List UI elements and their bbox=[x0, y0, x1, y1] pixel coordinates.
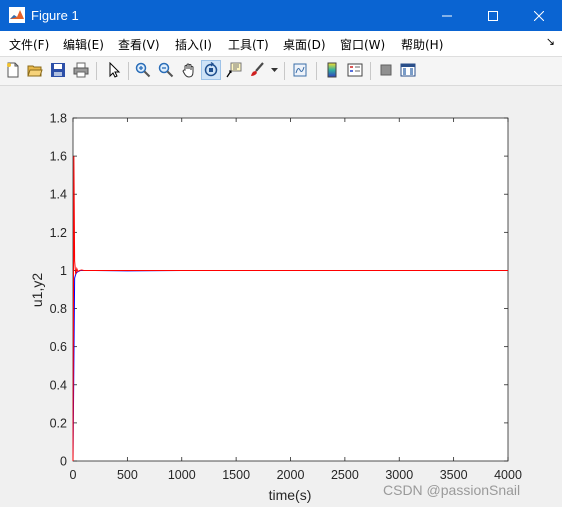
menu-tools[interactable]: 工具(T) bbox=[228, 36, 269, 53]
brush-button[interactable] bbox=[247, 60, 267, 80]
menu-window[interactable]: 窗口(W) bbox=[340, 36, 385, 53]
brush-dropdown-button[interactable] bbox=[268, 60, 280, 80]
y-tick-label: 1.2 bbox=[50, 226, 67, 240]
menu-bar: 文件(F) 编辑(E) 查看(V) 插入(I) 工具(T) 桌面(D) 窗口(W… bbox=[0, 31, 562, 57]
y-tick-label: 1.6 bbox=[50, 150, 67, 164]
hide-plot-tools-button[interactable] bbox=[376, 60, 396, 80]
x-axis-label: time(s) bbox=[269, 487, 312, 503]
edit-plot-cursor-icon bbox=[109, 62, 121, 78]
plot-svg[interactable]: 0 0.2 0.4 0.6 0.8 1 1.2 1.4 1.6 1.8 0 500 1000 1500 2… bbox=[0, 86, 562, 507]
rotate-3d-icon bbox=[204, 62, 218, 77]
x-tick-label: 2000 bbox=[277, 468, 305, 482]
zoom-out-icon bbox=[158, 62, 174, 78]
zoom-in-button[interactable] bbox=[133, 60, 153, 80]
watermark-text: CSDN @passionSnail bbox=[383, 482, 520, 498]
data-cursor-button[interactable] bbox=[224, 60, 244, 80]
rotate-3d-button[interactable] bbox=[201, 60, 221, 80]
x-tick-label: 1000 bbox=[168, 468, 196, 482]
toolbar-separator bbox=[316, 62, 317, 80]
link-plot-button[interactable] bbox=[290, 60, 310, 80]
pan-button[interactable] bbox=[179, 60, 199, 80]
insert-legend-icon bbox=[347, 63, 363, 77]
save-button[interactable] bbox=[48, 60, 68, 80]
toolbar-separator bbox=[284, 62, 285, 80]
close-icon bbox=[534, 10, 544, 21]
y-tick-label: 1.4 bbox=[50, 188, 67, 202]
y-tick-label: 1.8 bbox=[50, 112, 67, 126]
new-figure-button[interactable] bbox=[3, 60, 23, 80]
x-tick-label: 3500 bbox=[440, 468, 468, 482]
minimize-icon bbox=[442, 15, 452, 16]
minimize-button[interactable] bbox=[424, 0, 470, 31]
print-icon bbox=[73, 62, 89, 78]
open-file-icon bbox=[27, 65, 43, 77]
x-ticks: 0 500 1000 1500 2000 2500 3000 3500 4000 bbox=[70, 468, 522, 482]
new-figure-icon bbox=[7, 62, 19, 78]
figure-toolbar bbox=[0, 57, 562, 86]
menu-overflow-icon[interactable]: ↘ bbox=[546, 35, 555, 48]
link-plot-icon bbox=[293, 63, 307, 77]
edit-plot-button[interactable] bbox=[104, 60, 124, 80]
menu-file[interactable]: 文件(F) bbox=[9, 36, 49, 53]
open-file-button[interactable] bbox=[25, 60, 45, 80]
y-tick-label: 0 bbox=[60, 455, 67, 469]
menu-help[interactable]: 帮助(H) bbox=[401, 36, 443, 53]
insert-legend-button[interactable] bbox=[345, 60, 365, 80]
menu-desktop[interactable]: 桌面(D) bbox=[283, 36, 326, 53]
y-tick-label: 0.6 bbox=[50, 340, 67, 354]
x-tick-label: 2500 bbox=[331, 468, 359, 482]
y-tick-label: 1 bbox=[60, 264, 67, 278]
zoom-in-icon bbox=[135, 62, 151, 78]
close-button[interactable] bbox=[516, 0, 562, 31]
print-button[interactable] bbox=[71, 60, 91, 80]
y-ticks: 0 0.2 0.4 0.6 0.8 1 1.2 1.4 1.6 1.8 bbox=[50, 112, 67, 469]
hide-plot-tools-icon bbox=[380, 64, 392, 76]
matlab-logo-icon bbox=[9, 7, 25, 23]
x-tick-label: 500 bbox=[117, 468, 138, 482]
menu-insert[interactable]: 插入(I) bbox=[175, 36, 212, 53]
save-icon bbox=[51, 63, 65, 77]
title-bar: Figure 1 bbox=[0, 0, 562, 31]
x-tick-label: 3000 bbox=[385, 468, 413, 482]
data-cursor-icon bbox=[226, 62, 242, 78]
menu-edit[interactable]: 编辑(E) bbox=[63, 36, 104, 53]
window-title: Figure 1 bbox=[31, 8, 79, 23]
insert-colorbar-icon bbox=[327, 62, 337, 78]
brush-icon bbox=[251, 62, 264, 76]
x-tick-label: 4000 bbox=[494, 468, 522, 482]
toolbar-separator bbox=[96, 62, 97, 80]
toolbar-separator bbox=[128, 62, 129, 80]
x-tick-label: 0 bbox=[70, 468, 77, 482]
insert-colorbar-button[interactable] bbox=[322, 60, 342, 80]
menu-view[interactable]: 查看(V) bbox=[118, 36, 160, 53]
chevron-down-icon bbox=[270, 67, 278, 72]
figure-canvas[interactable]: 0 0.2 0.4 0.6 0.8 1 1.2 1.4 1.6 1.8 0 500 1000 1500 2… bbox=[0, 86, 562, 507]
maximize-icon bbox=[488, 10, 498, 21]
show-plot-tools-icon bbox=[400, 63, 416, 77]
x-tick-label: 1500 bbox=[222, 468, 250, 482]
y-tick-label: 0.4 bbox=[50, 378, 67, 392]
pan-hand-icon bbox=[182, 63, 194, 78]
maximize-button[interactable] bbox=[470, 0, 516, 31]
show-plot-tools-button[interactable] bbox=[398, 60, 418, 80]
y-tick-label: 0.2 bbox=[50, 416, 67, 430]
y-axis-label: u1,y2 bbox=[29, 273, 45, 307]
toolbar-separator bbox=[370, 62, 371, 80]
axes-box bbox=[72, 117, 509, 462]
y-tick-label: 0.8 bbox=[50, 302, 67, 316]
zoom-out-button[interactable] bbox=[156, 60, 176, 80]
